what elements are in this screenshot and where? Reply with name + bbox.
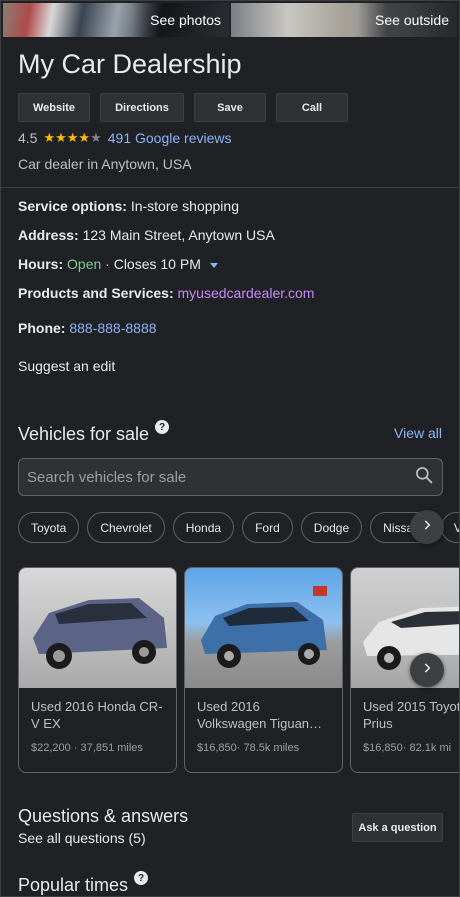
hours-detail[interactable]: · Closes 10 PM (105, 256, 201, 272)
outside-thumbnail[interactable]: See outside (231, 3, 457, 37)
address-label: Address: (18, 227, 79, 243)
service-options-row: Service options: In-store shopping (18, 198, 239, 214)
vehicle-card[interactable]: Used 2016 Honda CR-V EX $22,200 · 37,851… (18, 567, 177, 773)
reviews-link[interactable]: 491 Google reviews (108, 130, 232, 146)
caret-down-icon[interactable] (209, 262, 218, 268)
see-photos-label[interactable]: See photos (132, 3, 229, 37)
hours-label: Hours: (18, 256, 64, 272)
vehicles-title: Vehicles for sale (18, 424, 150, 444)
vehicle-cards: Used 2016 Honda CR-V EX $22,200 · 37,851… (18, 567, 460, 773)
vehicle-card[interactable]: Used 2016 Volkswagen Tiguan… $16,850· 78… (184, 567, 343, 773)
call-button[interactable]: Call (276, 93, 348, 122)
rating-score: 4.5 (18, 130, 38, 146)
products-label: Products and Services: (18, 285, 174, 301)
vehicle-photo (19, 568, 176, 688)
suggest-edit-link[interactable]: Suggest an edit (18, 358, 115, 374)
cards-next-button[interactable] (410, 653, 444, 687)
service-options-value: In-store shopping (130, 198, 239, 214)
action-buttons: Website Directions Save Call (18, 93, 348, 122)
vehicle-title: Used 2016 Volkswagen Tiguan… (197, 699, 323, 731)
popular-times-header: Popular times? (18, 871, 149, 896)
hours-status: Open (67, 256, 102, 272)
vehicle-price-mileage: $22,200 · 37,851 miles (31, 742, 143, 754)
vehicle-price-mileage: $16,850· 78.5k miles (197, 742, 300, 754)
phone-link[interactable]: 888-888-8888 (69, 320, 156, 336)
business-panel: See photos See outside My Car Dealership… (0, 0, 460, 897)
vehicle-search-input[interactable] (27, 468, 414, 486)
chip-chevrolet[interactable]: Chevrolet (87, 512, 165, 543)
photos-thumbnail[interactable]: See photos (3, 3, 229, 37)
phone-row: Phone: 888-888-8888 (18, 320, 157, 336)
directions-button[interactable]: Directions (100, 93, 184, 122)
chevron-right-icon (420, 518, 434, 537)
website-button[interactable]: Website (18, 93, 90, 122)
rating-row: 4.5 ★★★★★ 491 Google reviews (18, 130, 232, 146)
vehicle-search-box[interactable] (18, 458, 443, 496)
chip-dodge[interactable]: Dodge (300, 512, 363, 543)
chips-next-button[interactable] (410, 510, 444, 544)
products-link[interactable]: myusedcardealer.com (178, 285, 315, 301)
help-icon[interactable]: ? (134, 871, 149, 885)
qa-title: Questions & answers (18, 806, 189, 826)
search-icon[interactable] (414, 465, 434, 490)
photo-strip: See photos See outside (3, 3, 457, 37)
address-value[interactable]: 123 Main Street, Anytown USA (83, 227, 275, 243)
products-row: Products and Services: myusedcardealer.c… (18, 285, 314, 301)
star-rating-icon: ★★★★★ (43, 130, 102, 145)
popular-times-title: Popular times (18, 875, 129, 895)
chip-ford[interactable]: Ford (242, 512, 293, 543)
vehicle-photo (185, 568, 342, 688)
business-category: Car dealer in Anytown, USA (18, 156, 192, 172)
see-outside-label[interactable]: See outside (357, 3, 457, 37)
chip-toyota[interactable]: Toyota (18, 512, 80, 543)
vehicle-title: Used 2016 Honda CR-V EX (31, 699, 163, 731)
chip-honda[interactable]: Honda (172, 512, 235, 543)
vehicles-section-header: Vehicles for sale? (18, 420, 170, 445)
address-row: Address: 123 Main Street, Anytown USA (18, 227, 275, 243)
phone-label: Phone: (18, 320, 66, 336)
view-all-link[interactable]: View all (394, 425, 442, 441)
chevron-right-icon (420, 661, 434, 680)
ask-question-button[interactable]: Ask a question (352, 813, 443, 842)
hours-row[interactable]: Hours: Open · Closes 10 PM (18, 256, 218, 272)
save-button[interactable]: Save (194, 93, 266, 122)
vehicle-title: Used 2015 Toyota Prius (363, 699, 460, 731)
make-filter-chips: Toyota Chevrolet Honda Ford Dodge Nissan… (18, 512, 459, 543)
help-icon[interactable]: ? (155, 420, 170, 434)
see-all-questions-link[interactable]: See all questions (5) (18, 830, 146, 846)
divider (1, 187, 459, 188)
business-name: My Car Dealership (18, 49, 242, 79)
vehicle-price-mileage: $16,850· 82.1k mi (363, 742, 452, 754)
service-options-label: Service options: (18, 198, 127, 214)
